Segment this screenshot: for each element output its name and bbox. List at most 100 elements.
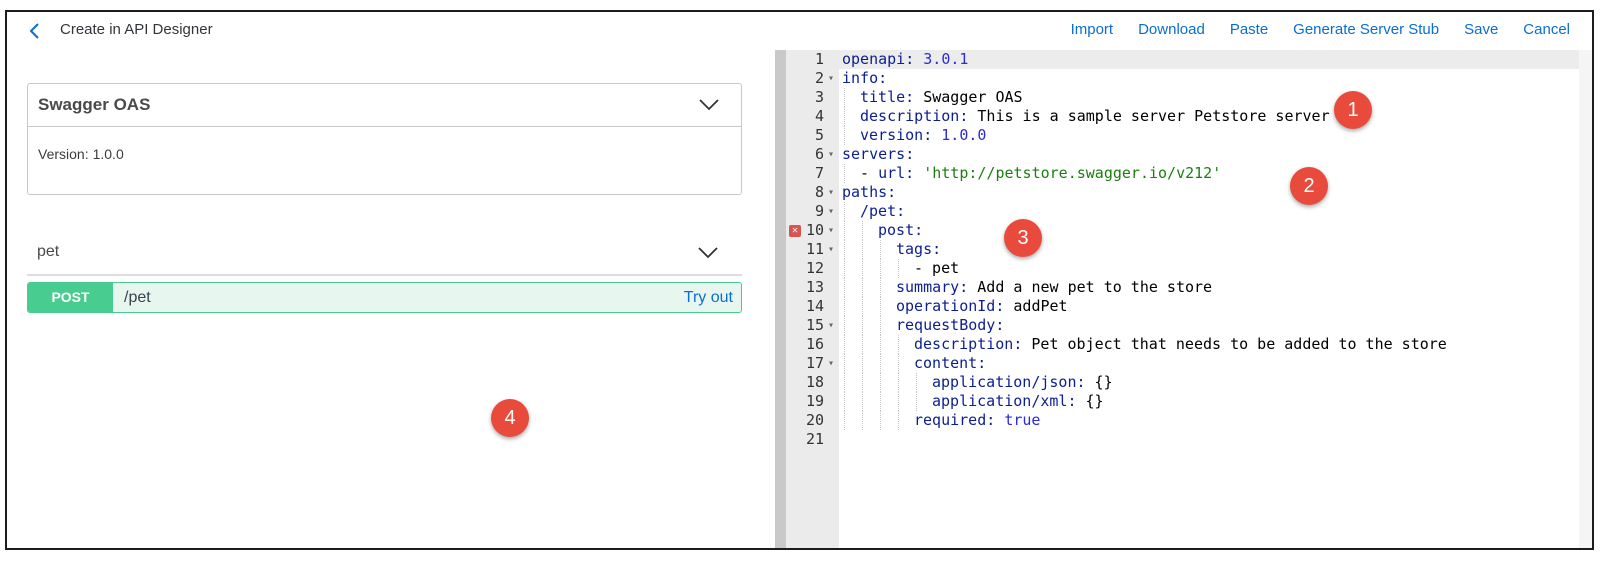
indent-guide <box>862 259 863 278</box>
fold-toggle-icon[interactable]: ▾ <box>826 316 836 335</box>
header-bar: Create in API Designer Import Download P… <box>7 12 1592 51</box>
version-value: 1.0.0 <box>92 146 124 162</box>
code-token: This is a sample server Petstore server <box>968 107 1330 125</box>
line-number: 19 <box>805 392 824 410</box>
code-line[interactable]: 11 ▾ tags: <box>786 240 1579 259</box>
code-line[interactable]: 2 ▾ info: <box>786 69 1579 88</box>
api-info-card-header[interactable]: Swagger OAS <box>28 84 741 127</box>
code-line[interactable]: 21 <box>786 430 1579 449</box>
code-line[interactable]: 19 application/xml: {} <box>786 392 1579 411</box>
code-token: content: <box>914 354 987 372</box>
code-text: - url: 'http://petstore.swagger.io/v212' <box>860 164 1221 183</box>
indent-guide <box>844 126 845 145</box>
code-text: requestBody: <box>896 316 1004 335</box>
line-number: 10 <box>805 221 824 239</box>
code-line[interactable]: 15 ▾ requestBody: <box>786 316 1579 335</box>
line-number: 2 <box>814 69 824 87</box>
download-button[interactable]: Download <box>1138 21 1205 38</box>
code-token: servers: <box>842 145 915 163</box>
save-button[interactable]: Save <box>1464 21 1498 38</box>
code-line[interactable]: 13 summary: Add a new pet to the store <box>786 278 1579 297</box>
code-line[interactable]: 7 - url: 'http://petstore.swagger.io/v212… <box>786 164 1579 183</box>
line-number: 13 <box>805 278 824 296</box>
indent-guide <box>862 221 863 240</box>
generate-server-stub-button[interactable]: Generate Server Stub <box>1293 21 1439 38</box>
indent-guide <box>880 411 881 430</box>
code-line[interactable]: 3 title: Swagger OAS <box>786 88 1579 107</box>
paste-button[interactable]: Paste <box>1230 21 1268 38</box>
code-line[interactable]: ✕ 10 ▾ post: <box>786 221 1579 240</box>
line-number: 6 <box>814 145 824 163</box>
yaml-editor[interactable]: 1 openapi: 3.0.1 2 ▾ info: 3 title: Swagger OA… <box>786 50 1592 548</box>
indent-guide <box>880 335 881 354</box>
chevron-down-icon <box>699 99 719 111</box>
indent-guide <box>844 354 845 373</box>
indent-guide <box>898 335 899 354</box>
code-token: application/json: <box>932 373 1086 391</box>
line-number: 1 <box>814 50 824 68</box>
fold-toggle-icon[interactable]: ▾ <box>826 183 836 202</box>
line-number: 17 <box>805 354 824 372</box>
code-token: post: <box>878 221 924 239</box>
indent-guide <box>862 392 863 411</box>
indent-guide <box>880 297 881 316</box>
try-out-button[interactable]: Try out <box>684 289 733 307</box>
code-text: /pet: <box>860 202 905 221</box>
collapse-info-button[interactable] <box>698 98 720 112</box>
back-button[interactable] <box>27 22 43 40</box>
code-line[interactable]: 4 description: This is a sample server Pe… <box>786 107 1579 126</box>
fold-toggle-icon[interactable]: ▾ <box>826 221 836 240</box>
code-token: /pet: <box>860 202 906 220</box>
api-title: Swagger OAS <box>38 95 151 114</box>
editor-scrollbar[interactable] <box>1579 50 1592 548</box>
fold-toggle-icon[interactable]: ▾ <box>826 354 836 373</box>
indent-guide <box>880 259 881 278</box>
code-line[interactable]: 17 ▾ content: <box>786 354 1579 373</box>
code-line[interactable]: 5 version: 1.0.0 <box>786 126 1579 145</box>
pane-splitter[interactable] <box>775 50 786 548</box>
code-token: 1.0.0 <box>941 126 987 144</box>
tag-section-pet[interactable]: pet <box>27 230 742 276</box>
indent-guide <box>898 392 899 411</box>
code-line[interactable]: 14 operationId: addPet <box>786 297 1579 316</box>
cancel-button[interactable]: Cancel <box>1523 21 1570 38</box>
indent-guide <box>862 411 863 430</box>
fold-toggle-icon[interactable]: ▾ <box>826 240 836 259</box>
import-button[interactable]: Import <box>1071 21 1114 38</box>
code-line[interactable]: 8 ▾ paths: <box>786 183 1579 202</box>
header-actions: Import Download Paste Generate Server St… <box>1046 21 1570 38</box>
line-number: 18 <box>805 373 824 391</box>
fold-toggle-icon[interactable]: ▾ <box>826 69 836 88</box>
code-line[interactable]: 16 description: Pet object that needs to … <box>786 335 1579 354</box>
api-designer-window: Create in API Designer Import Download P… <box>5 10 1594 550</box>
operation-row[interactable]: POST /pet Try out <box>27 282 742 313</box>
line-number: 16 <box>805 335 824 353</box>
indent-guide <box>844 411 845 430</box>
code-line[interactable]: 1 openapi: 3.0.1 <box>786 50 1579 69</box>
code-line[interactable]: 18 application/json: {} <box>786 373 1579 392</box>
code-text: - pet <box>914 259 959 278</box>
code-line[interactable]: 12 - pet <box>786 259 1579 278</box>
code-text: info: <box>842 69 887 88</box>
indent-guide <box>844 88 845 107</box>
code-text: application/xml: {} <box>932 392 1104 411</box>
code-text: summary: Add a new pet to the store <box>896 278 1212 297</box>
code-line[interactable]: 20 required: true <box>786 411 1579 430</box>
indent-guide <box>862 335 863 354</box>
indent-guide <box>844 107 845 126</box>
code-token: info: <box>842 69 888 87</box>
chevron-down-icon <box>698 247 718 259</box>
code-token: 'http://petstore.swagger.io/v212' <box>923 164 1222 182</box>
expand-tag-button[interactable] <box>697 246 719 260</box>
fold-toggle-icon[interactable]: ▾ <box>826 202 836 221</box>
line-number: 5 <box>814 126 824 144</box>
code-token: addPet <box>1004 297 1068 315</box>
code-token: 3.0.1 <box>923 50 969 68</box>
code-line[interactable]: 9 ▾ /pet: <box>786 202 1579 221</box>
code-line[interactable]: 6 ▾ servers: <box>786 145 1579 164</box>
callout-badge-2: 2 <box>1290 167 1328 205</box>
code-text: post: <box>878 221 923 240</box>
fold-toggle-icon[interactable]: ▾ <box>826 145 836 164</box>
indent-guide <box>880 316 881 335</box>
